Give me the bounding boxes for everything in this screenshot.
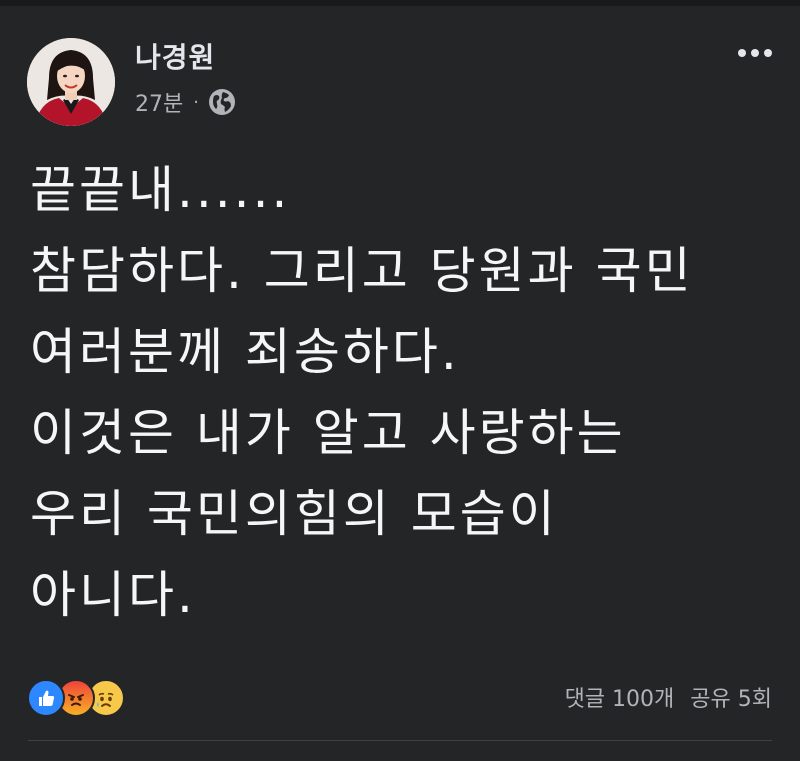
- like-reaction-icon: [27, 679, 65, 717]
- more-dot: [738, 49, 746, 57]
- avatar-photo: [27, 38, 115, 126]
- comments-count[interactable]: 댓글 100개: [565, 681, 675, 713]
- author-name[interactable]: 나경원: [135, 40, 215, 76]
- post-time[interactable]: 27분: [135, 86, 183, 118]
- more-options-button[interactable]: [730, 38, 780, 68]
- post-line: 참담하다. 그리고 당원과 국민: [30, 242, 694, 300]
- shares-count[interactable]: 공유 5회: [690, 681, 772, 713]
- post-line: 이것은 내가 알고 사랑하는: [30, 404, 626, 462]
- engagement-stats: 댓글 100개 공유 5회: [565, 679, 772, 715]
- more-dot: [751, 49, 759, 57]
- top-edge: [0, 0, 800, 6]
- post-line: 끝끝내......: [30, 161, 291, 219]
- post-line: 우리 국민의힘의 모습이: [30, 485, 558, 543]
- avatar[interactable]: [27, 38, 115, 126]
- globe-icon[interactable]: [207, 87, 237, 117]
- divider: [28, 740, 772, 741]
- more-dot: [764, 49, 772, 57]
- reaction-summary[interactable]: [27, 679, 125, 717]
- post-meta: 27분 ·: [135, 86, 237, 118]
- post-line: 아니다.: [30, 566, 196, 624]
- post-text: 끝끝내...... 참담하다. 그리고 당원과 국민 여러분께 죄송하다. 이것…: [30, 150, 790, 636]
- meta-separator: ·: [193, 91, 199, 113]
- post-line: 여러분께 죄송하다.: [30, 323, 460, 381]
